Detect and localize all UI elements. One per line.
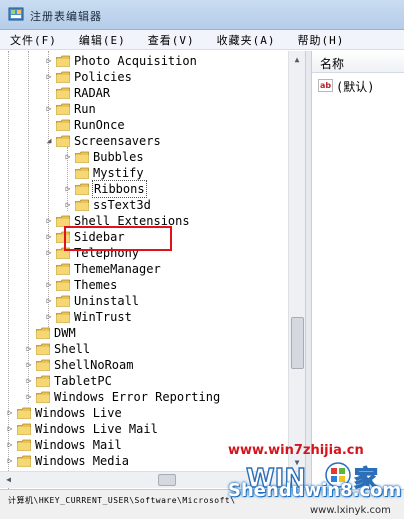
expand-arrow-icon[interactable]: ▷	[24, 357, 34, 373]
expand-arrow-icon[interactable]: ▷	[44, 293, 54, 309]
folder-icon	[17, 455, 31, 467]
window-title: 注册表编辑器	[30, 10, 102, 23]
expand-arrow-icon[interactable]: ▷	[44, 309, 54, 325]
tree-item-label: Ribbons	[92, 180, 147, 198]
tree-item-label: Mystify	[93, 166, 144, 180]
tree-item-label: ssText3d	[93, 198, 151, 212]
tree-item-label: WinTrust	[74, 310, 132, 324]
expand-arrow-icon[interactable]: ▷	[5, 437, 15, 453]
tree-item-label: RunOnce	[74, 118, 125, 132]
watermark-site: www.win7zhijia.cn	[228, 443, 364, 458]
string-value-icon: ab	[318, 79, 333, 92]
no-children-spacer	[24, 325, 34, 341]
no-children-spacer	[63, 165, 73, 181]
title-bar: 注册表编辑器	[0, 0, 404, 30]
expand-arrow-icon[interactable]: ▷	[5, 453, 15, 469]
vertical-scroll-thumb[interactable]	[291, 317, 304, 369]
expand-arrow-icon[interactable]: ▷	[44, 53, 54, 69]
expand-arrow-icon[interactable]: ▷	[63, 149, 73, 165]
expand-arrow-icon[interactable]: ▷	[24, 373, 34, 389]
folder-icon	[36, 327, 50, 339]
tree-item-label: Windows Mail	[35, 438, 122, 452]
column-header-name[interactable]: 名称	[312, 51, 404, 73]
menu-favorites[interactable]: 收藏夹(A)	[217, 32, 276, 48]
folder-icon	[56, 311, 70, 323]
menu-bar: 文件(F) 编辑(E) 查看(V) 收藏夹(A) 帮助(H)	[0, 30, 404, 50]
tree-item-label: Windows Live Mail	[35, 422, 158, 436]
tree-item-label: RADAR	[74, 86, 111, 100]
tree-item-label: ThemeManager	[74, 262, 161, 276]
expand-arrow-icon[interactable]: ▷	[44, 245, 54, 261]
tree-item-label: Run	[74, 102, 96, 116]
menu-file[interactable]: 文件(F)	[10, 32, 57, 48]
expand-arrow-icon[interactable]: ▷	[24, 341, 34, 357]
folder-icon	[17, 423, 31, 435]
expand-arrow-icon[interactable]: ▷	[5, 421, 15, 437]
pane-splitter[interactable]	[305, 51, 312, 489]
no-children-spacer	[44, 117, 54, 133]
tree-vertical-scrollbar[interactable]: ▲ ▼	[288, 51, 305, 471]
tree-item-label: Windows Media	[35, 454, 129, 468]
expand-arrow-icon[interactable]: ▷	[63, 181, 73, 197]
folder-icon	[75, 151, 89, 163]
registry-tree[interactable]: ▷ Photo Acquisition ▷ Policies RADAR ▷ Run RunO…	[0, 51, 306, 489]
tree-item-label: TabletPC	[54, 374, 112, 388]
folder-icon	[56, 55, 70, 67]
tree-item-label: Screensavers	[74, 134, 161, 148]
folder-icon	[56, 71, 70, 83]
horizontal-scroll-thumb[interactable]	[158, 474, 176, 486]
tree-item-label: Uninstall	[74, 294, 140, 308]
expand-arrow-icon[interactable]: ▷	[44, 213, 54, 229]
folder-icon	[56, 135, 70, 147]
folder-icon	[36, 391, 50, 403]
folder-icon	[56, 279, 70, 291]
ribbons-highlight-box	[64, 226, 172, 251]
scroll-left-icon[interactable]: ◀	[0, 472, 17, 488]
folder-icon	[75, 183, 89, 195]
no-children-spacer	[44, 85, 54, 101]
folder-icon	[75, 199, 89, 211]
folder-icon	[56, 87, 70, 99]
folder-icon	[17, 407, 31, 419]
scroll-up-icon[interactable]: ▲	[289, 51, 305, 68]
no-children-spacer	[44, 261, 54, 277]
folder-icon	[75, 167, 89, 179]
folder-icon	[56, 119, 70, 131]
expand-arrow-icon[interactable]: ▷	[44, 229, 54, 245]
watermark-url: www.lxinyk.com	[310, 505, 391, 516]
tree-item-label: Policies	[74, 70, 132, 84]
expand-arrow-icon[interactable]: ▷	[5, 405, 15, 421]
expand-arrow-icon[interactable]: ▷	[44, 277, 54, 293]
expand-arrow-icon[interactable]: ▷	[63, 197, 73, 213]
values-list[interactable]: 名称 ab (默认)	[312, 51, 404, 489]
folder-icon	[56, 103, 70, 115]
folder-icon	[36, 343, 50, 355]
expand-arrow-icon[interactable]: ▷	[44, 69, 54, 85]
tree-item-label: Shell	[54, 342, 91, 356]
folder-icon	[17, 439, 31, 451]
menu-edit[interactable]: 编辑(E)	[79, 32, 126, 48]
tree-item-label: Themes	[74, 278, 118, 292]
menu-view[interactable]: 查看(V)	[148, 32, 195, 48]
tree-item-label: Bubbles	[93, 150, 144, 164]
watermark-brand: Shenduwin8.com	[228, 480, 402, 501]
expand-arrow-icon[interactable]: ▷	[24, 389, 34, 405]
tree-item-label: DWM	[54, 326, 76, 340]
tree-item-label: Windows Error Reporting	[54, 390, 221, 404]
expand-arrow-icon[interactable]: ▷	[44, 101, 54, 117]
folder-icon	[56, 263, 70, 275]
collapse-arrow-icon[interactable]: ◢	[44, 133, 54, 149]
folder-icon	[36, 359, 50, 371]
menu-help[interactable]: 帮助(H)	[298, 32, 345, 48]
tree-item-label: Windows Live	[35, 406, 122, 420]
status-path: 计算机\HKEY_CURRENT_USER\Software\Microsoft…	[8, 496, 236, 505]
value-name: (默认)	[336, 80, 375, 94]
folder-icon	[36, 375, 50, 387]
folder-icon	[56, 295, 70, 307]
tree-item-label: Photo Acquisition	[74, 54, 197, 68]
column-header-label: 名称	[320, 57, 345, 71]
registry-editor-icon	[8, 7, 24, 21]
tree-item-label: ShellNoRoam	[54, 358, 134, 372]
